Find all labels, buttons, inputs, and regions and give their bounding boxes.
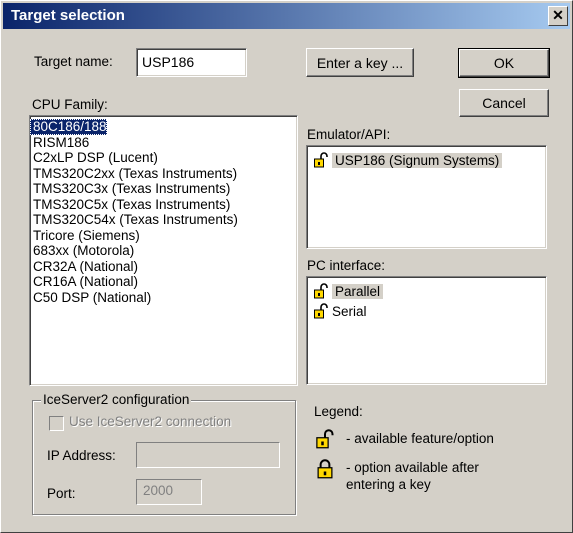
cpu-family-list[interactable]: 80C186/188 RISM186 C2xLP DSP (Lucent) TMS32…	[29, 115, 298, 386]
use-iceserver2-label: Use IceServer2 connection	[69, 414, 232, 429]
iceserver2-group: IceServer2 configuration Use IceServer2 …	[32, 392, 296, 515]
lock-open-icon	[313, 152, 329, 168]
close-icon: ✕	[552, 7, 564, 23]
emulator-item[interactable]: USP186 (Signum Systems)	[313, 150, 546, 170]
lock-open-icon	[313, 303, 329, 319]
port-input[interactable]: 2000	[136, 479, 202, 505]
pc-interface-label: PC interface:	[307, 258, 386, 273]
port-label: Port:	[47, 486, 76, 501]
cpu-family-item[interactable]: C50 DSP (National)	[30, 290, 151, 306]
close-button[interactable]: ✕	[548, 6, 568, 26]
cpu-family-item[interactable]: C2xLP DSP (Lucent)	[30, 150, 158, 166]
emulator-api-label: Emulator/API:	[307, 127, 391, 142]
cpu-family-item[interactable]: 683xx (Motorola)	[30, 243, 134, 259]
cpu-family-item[interactable]: CR16A (National)	[30, 274, 138, 290]
cpu-family-item[interactable]: RISM186	[30, 135, 89, 151]
pc-interface-list[interactable]: Parallel Serial	[306, 276, 547, 385]
title-bar: Target selection ✕	[3, 3, 570, 29]
target-selection-dialog: Target selection ✕ Target name: Enter a …	[0, 0, 573, 533]
iceserver2-group-title: IceServer2 configuration	[41, 392, 192, 407]
pc-interface-item[interactable]: Parallel	[313, 281, 546, 301]
cpu-family-item[interactable]: TMS320C2xx (Texas Instruments)	[30, 166, 237, 182]
enter-key-button[interactable]: Enter a key ...	[306, 48, 414, 77]
cpu-family-item[interactable]: TMS320C3x (Texas Instruments)	[30, 181, 230, 197]
target-name-input[interactable]	[138, 50, 243, 73]
dialog-title: Target selection	[11, 7, 125, 24]
target-name-label: Target name:	[34, 54, 113, 69]
cancel-button[interactable]: Cancel	[459, 89, 549, 117]
ip-address-input[interactable]	[136, 442, 280, 468]
cpu-family-item[interactable]: 80C186/188	[30, 119, 107, 135]
ok-button[interactable]: OK	[458, 48, 550, 78]
ip-address-label: IP Address:	[47, 448, 116, 463]
pc-interface-item-label: Parallel	[332, 283, 384, 299]
emulator-item-label: USP186 (Signum Systems)	[332, 152, 503, 168]
legend-key-text-line2: entering a key	[346, 477, 431, 492]
use-iceserver2-checkbox[interactable]	[49, 416, 64, 431]
pc-interface-item-label: Serial	[332, 303, 367, 319]
cpu-family-item[interactable]: CR32A (National)	[30, 259, 138, 275]
legend-available-text: - available feature/option	[346, 431, 494, 446]
cpu-family-item[interactable]: TMS320C54x (Texas Instruments)	[30, 212, 238, 228]
cpu-family-item[interactable]: TMS320C5x (Texas Instruments)	[30, 197, 230, 213]
pc-interface-item[interactable]: Serial	[313, 301, 546, 321]
lock-open-icon	[315, 429, 334, 449]
lock-open-icon	[313, 283, 329, 299]
cpu-family-item[interactable]: Tricore (Siemens)	[30, 228, 140, 244]
legend-key-text-line1: - option available after	[346, 460, 479, 475]
cpu-family-label: CPU Family:	[32, 97, 108, 112]
lock-closed-icon	[317, 459, 333, 479]
legend-title: Legend:	[314, 404, 363, 419]
target-name-field-frame	[136, 48, 247, 77]
emulator-api-list[interactable]: USP186 (Signum Systems)	[306, 145, 547, 249]
